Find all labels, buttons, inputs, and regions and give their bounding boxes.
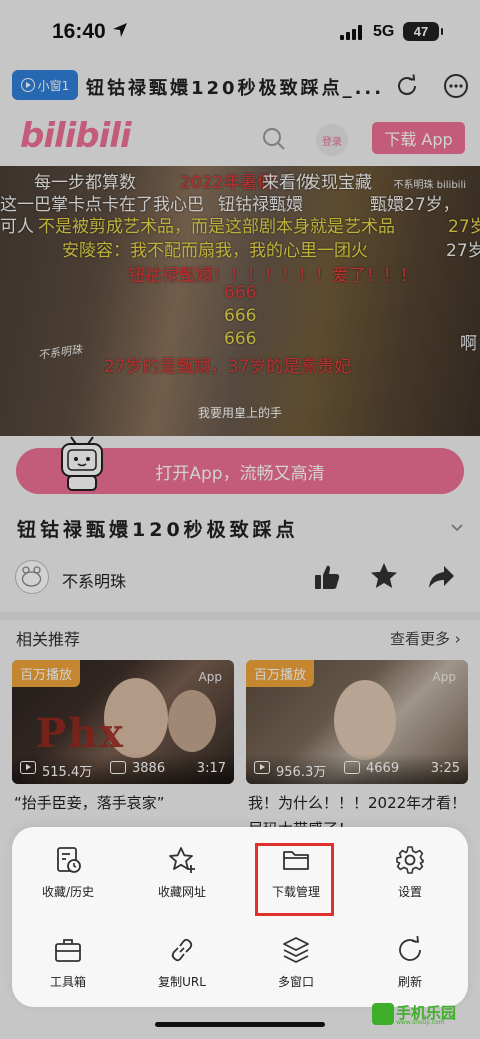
menu-item-settings[interactable]: 设置 [360, 827, 460, 907]
menu-item-label: 收藏/历史 [41, 885, 95, 899]
menu-item-label: 复制URL [158, 975, 206, 989]
menu-item-label: 工具箱 [49, 975, 86, 989]
menu-item-multi-window[interactable]: 多窗口 [246, 917, 346, 997]
menu-item-toolbox[interactable]: 工具箱 [18, 917, 118, 997]
highlight-annotation-box [255, 843, 334, 916]
site-watermark: 手机乐园 www.shouji.com [372, 1001, 470, 1027]
gear-icon [396, 846, 424, 874]
star-plus-icon [169, 847, 195, 873]
link-icon [171, 938, 193, 962]
watermark-logo-icon [372, 1003, 394, 1025]
menu-item-label: 多窗口 [277, 975, 314, 989]
bookmark-history-icon [57, 847, 81, 873]
menu-item-add-bookmark[interactable]: 收藏网址 [132, 827, 232, 907]
menu-item-copy-url[interactable]: 复制URL [132, 917, 232, 997]
menu-item-bookmark-history[interactable]: 收藏/历史 [18, 827, 118, 907]
browser-menu-sheet: 收藏/历史 收藏网址 下载管理 设置 工具箱 复制URL 多窗口 刷新 [12, 827, 468, 1007]
layers-icon [283, 937, 309, 963]
menu-item-label: 设置 [397, 885, 422, 899]
menu-item-refresh[interactable]: 刷新 [360, 917, 460, 997]
home-indicator[interactable] [155, 1022, 325, 1027]
menu-item-label: 收藏网址 [157, 885, 206, 899]
watermark-url: www.shouji.com [396, 1019, 445, 1026]
menu-item-label: 刷新 [397, 975, 422, 989]
refresh-icon [399, 935, 421, 961]
toolbox-icon [55, 939, 81, 962]
